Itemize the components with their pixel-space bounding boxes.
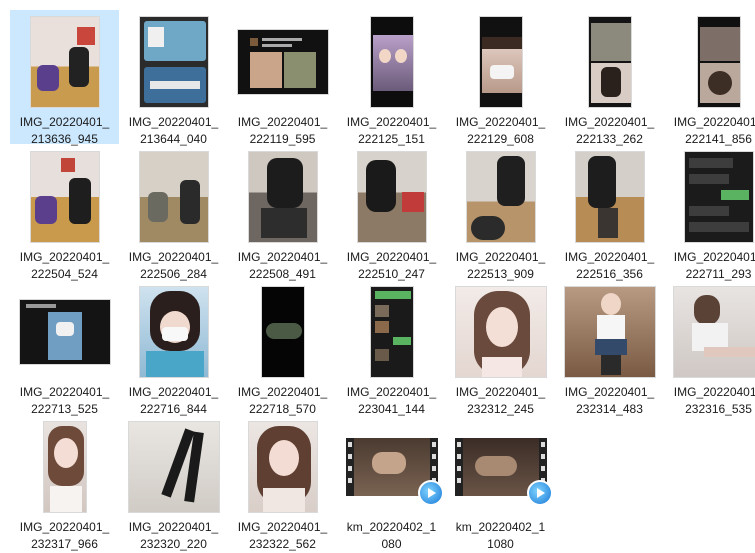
film-strip-left [345, 438, 354, 496]
film-strip-left [454, 438, 463, 496]
file-item[interactable]: IMG_20220401_ 222516_356 [555, 145, 664, 281]
thumbnail [337, 419, 446, 515]
video-thumbnail [345, 438, 444, 506]
file-name: IMG_20220401_ 213644_040 [128, 115, 219, 146]
file-name: IMG_20220401_ 223041_144 [346, 385, 437, 416]
thumbnail [119, 149, 228, 245]
file-name: IMG_20220401_ 213636_945 [19, 115, 110, 146]
thumbnail [446, 419, 555, 515]
file-name: IMG_20220401_ 222713_525 [19, 385, 110, 416]
file-item[interactable]: IMG_20220401_ 222133_262 [555, 10, 664, 146]
file-name: IMG_20220401_ 222513_909 [455, 250, 546, 281]
thumbnail [119, 14, 228, 110]
file-name: IMG_20220401_ 222141_856 [673, 115, 755, 146]
file-name: IMG_20220401_ 222718_570 [237, 385, 328, 416]
file-item[interactable]: IMG_20220401_ 222504_524 [10, 145, 119, 281]
file-item[interactable]: IMG_20220401_ 232322_562 [228, 415, 337, 551]
file-grid: IMG_20220401_ 213636_945 IMG_20220401_ 2… [0, 0, 755, 553]
file-name: IMG_20220401_ 232322_562 [237, 520, 328, 551]
thumbnail [228, 419, 337, 515]
thumbnail [555, 284, 664, 380]
file-item[interactable]: IMG_20220401_ 223041_144 [337, 280, 446, 416]
file-name: IMG_20220401_ 222129_608 [455, 115, 546, 146]
file-name: IMG_20220401_ 222504_524 [19, 250, 110, 281]
file-item[interactable]: IMG_20220401_ 232314_483 [555, 280, 664, 416]
thumbnail [119, 419, 228, 515]
file-item[interactable]: IMG_20220401_ 222711_293 [664, 145, 755, 281]
file-item[interactable]: IMG_20220401_ 222510_247 [337, 145, 446, 281]
thumbnail [446, 284, 555, 380]
file-item[interactable]: IMG_20220401_ 222506_284 [119, 145, 228, 281]
thumbnail [337, 149, 446, 245]
thumbnail [10, 284, 119, 380]
thumbnail [337, 284, 446, 380]
thumbnail [664, 14, 755, 110]
file-item[interactable]: IMG_20220401_ 222713_525 [10, 280, 119, 416]
thumbnail [228, 149, 337, 245]
thumbnail [664, 284, 755, 380]
thumbnail [446, 14, 555, 110]
thumbnail [664, 149, 755, 245]
thumbnail [10, 149, 119, 245]
file-name: IMG_20220401_ 222711_293 [673, 250, 755, 281]
file-name: IMG_20220401_ 232320_220 [128, 520, 219, 551]
file-name: IMG_20220401_ 232312_245 [455, 385, 546, 416]
thumbnail [228, 14, 337, 110]
file-name: IMG_20220401_ 232316_535 [673, 385, 755, 416]
file-name: IMG_20220401_ 222508_491 [237, 250, 328, 281]
file-name: IMG_20220401_ 222506_284 [128, 250, 219, 281]
file-item[interactable]: IMG_20220401_ 222513_909 [446, 145, 555, 281]
file-name: IMG_20220401_ 232317_966 [19, 520, 110, 551]
file-item[interactable]: IMG_20220401_ 222119_595 [228, 10, 337, 146]
file-item[interactable]: IMG_20220401_ 232316_535 [664, 280, 755, 416]
file-name: IMG_20220401_ 222516_356 [564, 250, 655, 281]
file-item[interactable]: IMG_20220401_ 232320_220 [119, 415, 228, 551]
file-name: IMG_20220401_ 222133_262 [564, 115, 655, 146]
file-name: IMG_20220401_ 222716_844 [128, 385, 219, 416]
video-player-icon [526, 480, 553, 506]
file-item[interactable]: IMG_20220401_ 222716_844 [119, 280, 228, 416]
thumbnail [10, 14, 119, 110]
file-item[interactable]: IMG_20220401_ 232317_966 [10, 415, 119, 551]
file-item[interactable]: km_20220402_1 080 [337, 415, 446, 551]
file-item[interactable]: IMG_20220401_ 213636_945 [10, 10, 119, 146]
file-name: km_20220402_1 1080 [455, 520, 546, 551]
file-name: IMG_20220401_ 222125_151 [346, 115, 437, 146]
file-name: IMG_20220401_ 232314_483 [564, 385, 655, 416]
thumbnail [555, 149, 664, 245]
file-name: IMG_20220401_ 222119_595 [237, 115, 328, 146]
file-item[interactable]: IMG_20220401_ 222125_151 [337, 10, 446, 146]
file-item[interactable]: IMG_20220401_ 222718_570 [228, 280, 337, 416]
thumbnail [228, 284, 337, 380]
thumbnail [555, 14, 664, 110]
file-name: IMG_20220401_ 222510_247 [346, 250, 437, 281]
file-item[interactable]: IMG_20220401_ 222508_491 [228, 145, 337, 281]
video-player-icon [417, 480, 444, 506]
thumbnail [119, 284, 228, 380]
thumbnail [10, 419, 119, 515]
file-item[interactable]: IMG_20220401_ 232312_245 [446, 280, 555, 416]
file-name: km_20220402_1 080 [346, 520, 437, 551]
file-item[interactable]: IMG_20220401_ 222129_608 [446, 10, 555, 146]
video-thumbnail [454, 438, 553, 506]
file-item[interactable]: km_20220402_1 1080 [446, 415, 555, 551]
thumbnail [446, 149, 555, 245]
file-item[interactable]: IMG_20220401_ 213644_040 [119, 10, 228, 146]
thumbnail [337, 14, 446, 110]
file-item[interactable]: IMG_20220401_ 222141_856 [664, 10, 755, 146]
